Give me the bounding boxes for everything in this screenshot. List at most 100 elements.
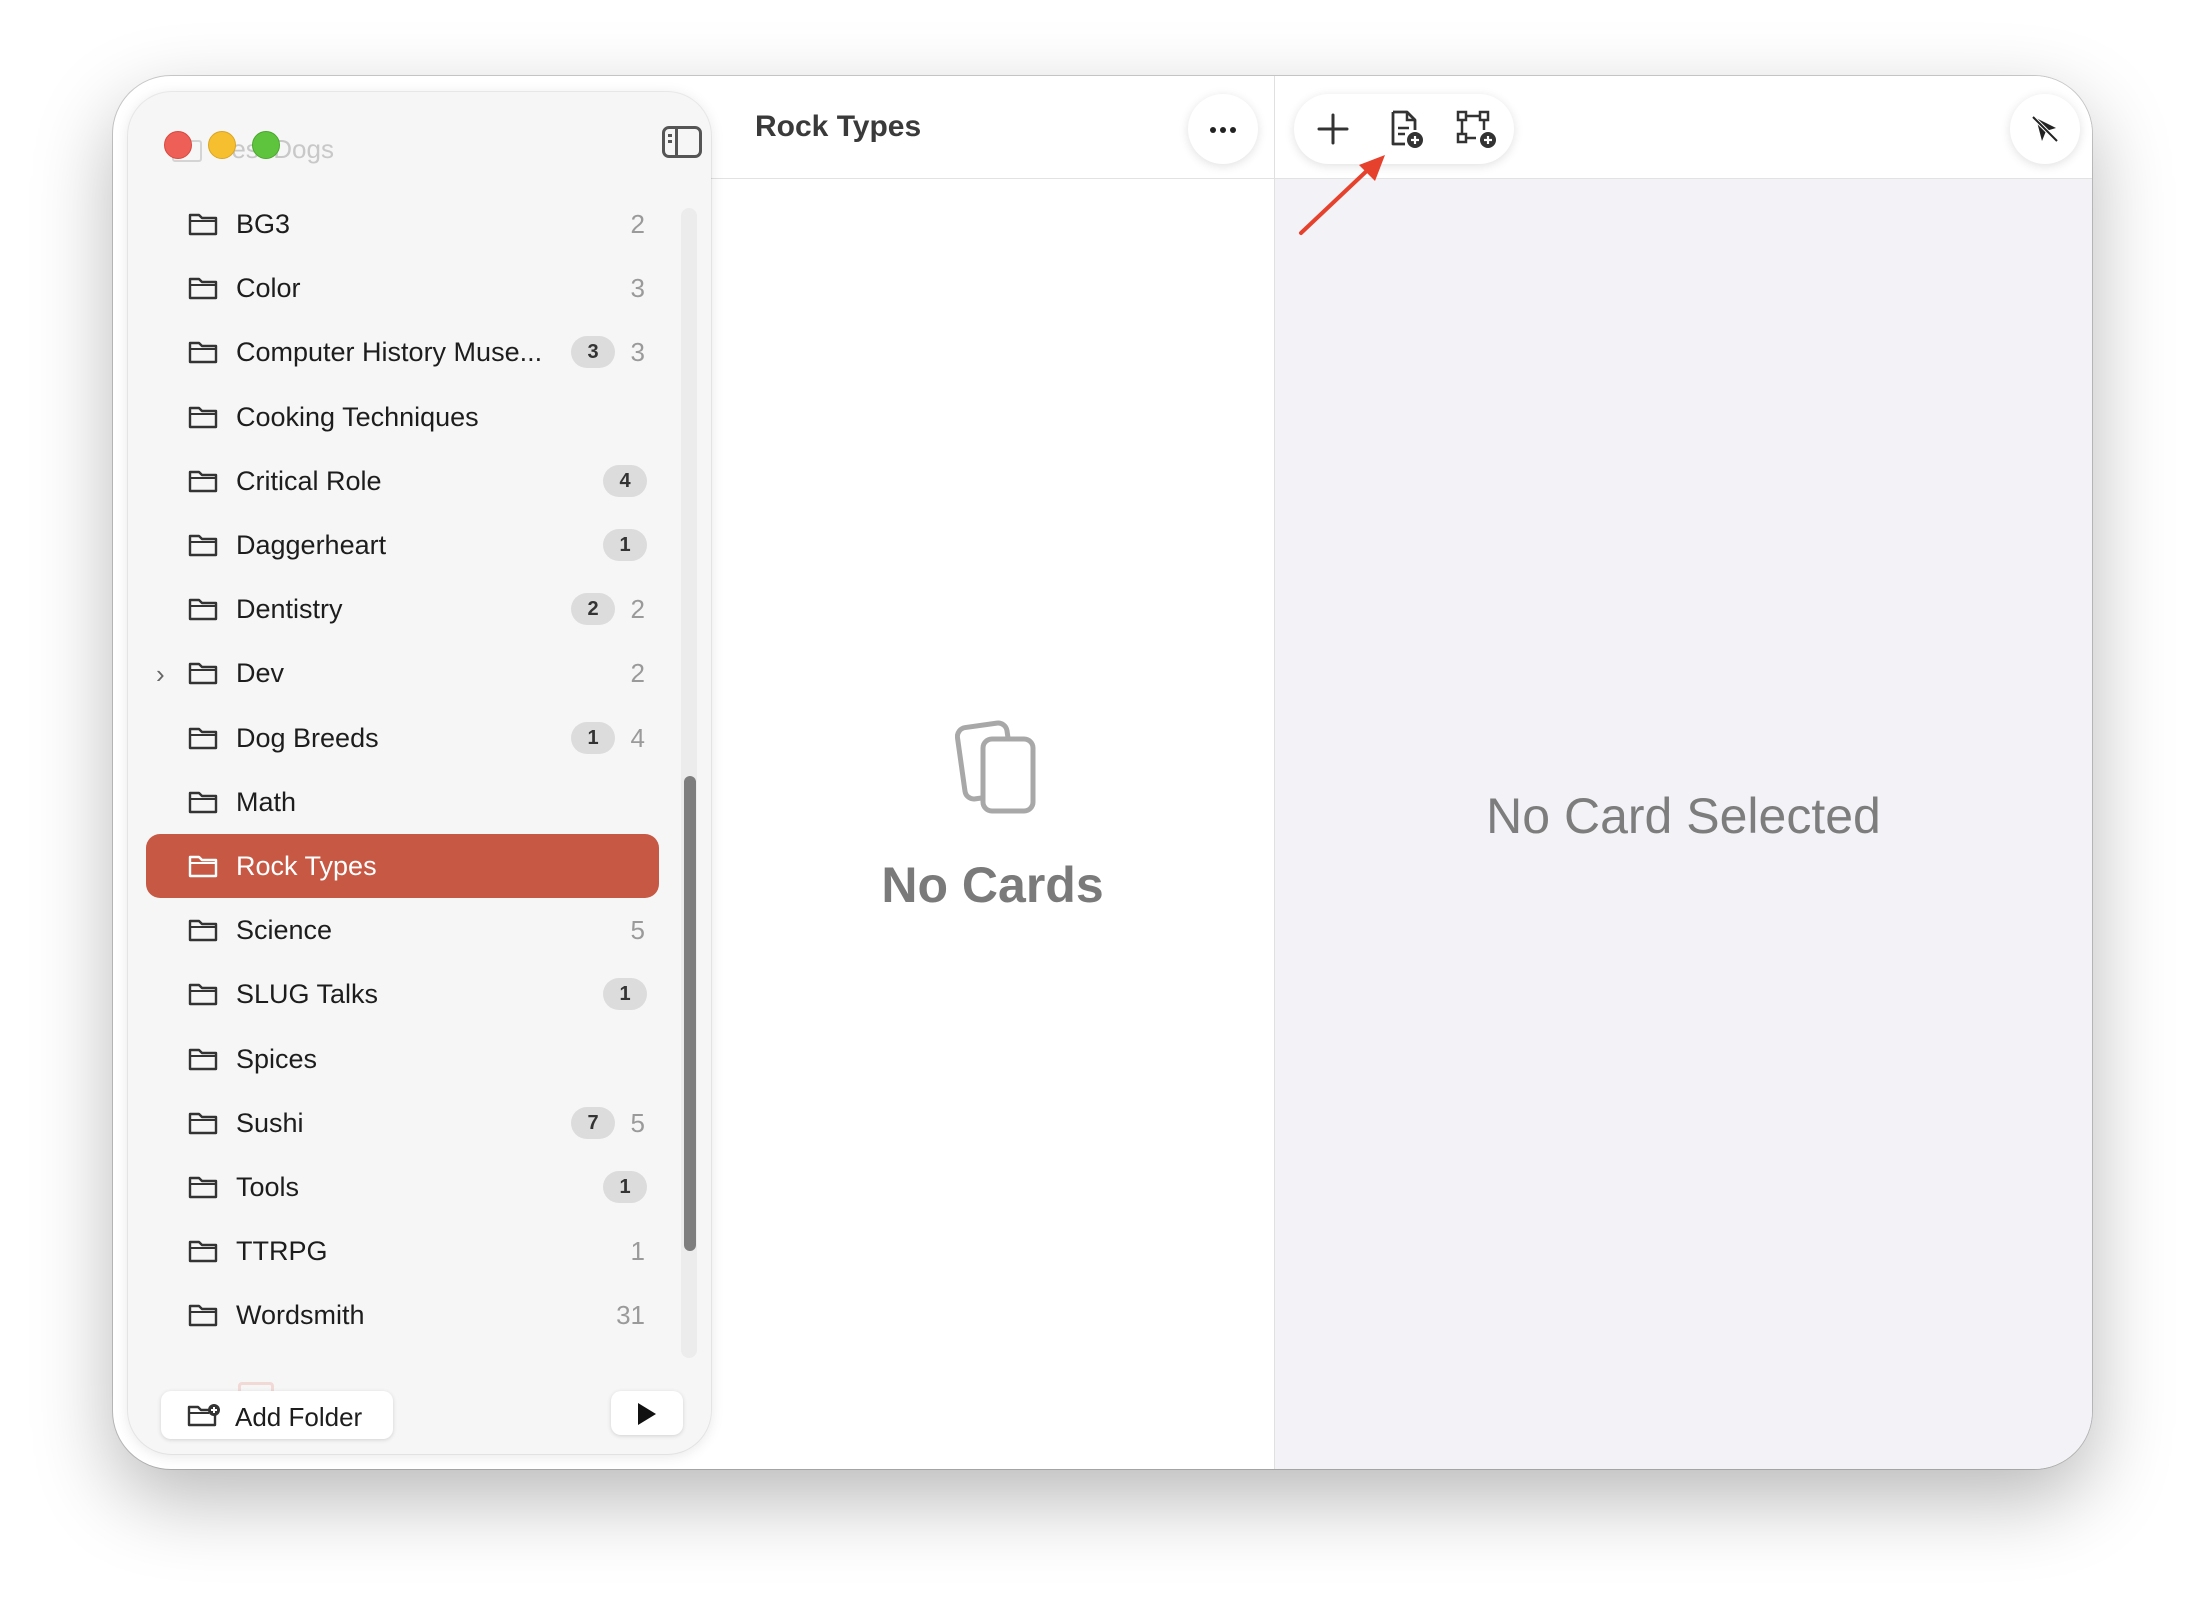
card-count: 4 bbox=[630, 722, 645, 753]
folder-label: Math bbox=[236, 786, 297, 817]
group-plus-icon bbox=[1456, 110, 1496, 148]
folder-icon bbox=[188, 1047, 218, 1070]
folder-icon bbox=[188, 276, 218, 300]
folder-list-item[interactable]: Wordsmith 31 bbox=[146, 1283, 659, 1347]
folder-list-item[interactable]: Math bbox=[146, 770, 659, 834]
new-group-button[interactable] bbox=[1454, 108, 1496, 150]
folder-icon bbox=[188, 1111, 218, 1134]
folder-icon bbox=[188, 212, 218, 236]
unread-badge: 7 bbox=[571, 1106, 615, 1139]
chevron-right-icon[interactable]: › bbox=[156, 659, 165, 690]
document-plus-icon bbox=[1391, 110, 1423, 148]
folder-label: Color bbox=[236, 273, 301, 304]
folder-list-item[interactable]: Spices bbox=[146, 1027, 659, 1091]
card-count: 5 bbox=[630, 915, 645, 946]
folder-list-item[interactable]: Rock Types bbox=[146, 834, 659, 898]
folder-list-item[interactable]: Cooking Techniques bbox=[146, 385, 659, 449]
annotation-arrow-icon bbox=[1293, 151, 1393, 246]
folder-icon bbox=[188, 340, 218, 364]
card-count: 1 bbox=[630, 1236, 645, 1267]
folder-list-item[interactable]: Critical Role 4 bbox=[146, 449, 659, 513]
folder-plus-icon bbox=[187, 1404, 220, 1427]
unread-badge: 2 bbox=[571, 593, 615, 626]
unread-badge: 4 bbox=[603, 464, 647, 497]
add-folder-button[interactable]: Add Folder bbox=[161, 1391, 393, 1439]
new-document-button[interactable] bbox=[1385, 108, 1427, 150]
add-folder-label: Add Folder bbox=[235, 1402, 363, 1432]
add-card-button[interactable] bbox=[1312, 108, 1354, 150]
folder-label: Cooking Techniques bbox=[236, 401, 479, 432]
folder-icon bbox=[188, 661, 218, 685]
folder-list-item[interactable]: Science 5 bbox=[146, 898, 659, 962]
folder-icon bbox=[188, 726, 218, 749]
folder-label: SLUG Talks bbox=[236, 979, 379, 1010]
folder-label: Dog Breeds bbox=[236, 722, 379, 753]
card-count: 5 bbox=[630, 1107, 645, 1138]
folder-label: BG3 bbox=[236, 209, 291, 239]
folder-icon bbox=[188, 790, 218, 813]
folder-list-item[interactable]: SLUG Talks 1 bbox=[146, 962, 659, 1026]
folder-label: Dev bbox=[236, 658, 285, 689]
unread-badge: 1 bbox=[603, 1171, 647, 1203]
folder-list-item[interactable]: › Dev 2 bbox=[146, 641, 659, 705]
folder-list-item[interactable]: Tools 1 bbox=[146, 1155, 659, 1219]
zoom-window-button[interactable] bbox=[252, 131, 280, 159]
card-count: 2 bbox=[630, 594, 645, 625]
folder-list-item[interactable]: Dog Breeds 1 4 bbox=[146, 706, 659, 770]
card-count: 2 bbox=[630, 209, 645, 239]
folder-label: Science bbox=[236, 915, 333, 946]
card-count: 3 bbox=[630, 337, 645, 368]
folder-list-item[interactable]: TTRPG 1 bbox=[146, 1219, 659, 1283]
play-button[interactable] bbox=[611, 1391, 683, 1435]
folder-icon bbox=[188, 982, 218, 1006]
folder-list-item[interactable]: Dentistry 2 2 bbox=[146, 577, 659, 641]
hide-button[interactable] bbox=[2010, 94, 2080, 164]
folder-list-item[interactable]: BG3 2 bbox=[146, 192, 659, 256]
folder-label: Rock Types bbox=[236, 851, 377, 881]
folder-label: Critical Role bbox=[236, 465, 382, 496]
sidebar-toggle-icon[interactable] bbox=[662, 126, 702, 158]
more-options-button[interactable] bbox=[1188, 94, 1258, 164]
ellipsis-icon bbox=[1210, 127, 1216, 133]
card-count: 2 bbox=[630, 658, 645, 689]
folder-list-item[interactable]: Sushi 7 5 bbox=[146, 1091, 659, 1155]
folder-label: Computer History Muse... bbox=[236, 337, 543, 368]
folder-label: TTRPG bbox=[236, 1236, 328, 1267]
folder-icon bbox=[188, 854, 218, 878]
unread-badge: 1 bbox=[603, 978, 647, 1011]
unread-badge: 1 bbox=[571, 721, 615, 754]
plus-icon bbox=[1317, 113, 1349, 145]
folder-icon bbox=[188, 597, 218, 621]
folder-label: Spices bbox=[236, 1043, 318, 1074]
card-count: 3 bbox=[630, 273, 645, 304]
eye-slash-icon bbox=[2031, 115, 2059, 143]
cards-icon bbox=[954, 717, 1045, 822]
unread-badge: 1 bbox=[603, 529, 647, 561]
folder-icon bbox=[188, 1175, 218, 1199]
empty-state-title: No Cards bbox=[881, 857, 1104, 913]
folder-label: Wordsmith bbox=[236, 1300, 365, 1331]
folder-label: Dentistry bbox=[236, 594, 343, 625]
app-window: Rock Types No Cards No Card Selected Bes… bbox=[113, 76, 2092, 1469]
folder-icon bbox=[188, 918, 218, 942]
folder-label: Sushi bbox=[236, 1107, 304, 1138]
folder-icon bbox=[188, 1239, 218, 1263]
folder-icon bbox=[188, 1303, 218, 1327]
folder-icon bbox=[188, 405, 218, 428]
minimize-window-button[interactable] bbox=[208, 131, 236, 159]
folder-icon bbox=[188, 469, 218, 492]
column-divider bbox=[1274, 76, 1275, 1469]
no-selection-label: No Card Selected bbox=[1486, 788, 1881, 844]
close-window-button[interactable] bbox=[164, 131, 192, 159]
folder-list-item[interactable]: Daggerheart 1 bbox=[146, 513, 659, 577]
play-icon bbox=[638, 1403, 656, 1425]
folder-list-item[interactable]: Color 3 bbox=[146, 256, 659, 320]
folder-list-item[interactable]: Computer History Muse... 3 3 bbox=[146, 320, 659, 384]
sidebar: Best Dogs BG3 2 Color 3 Computer History Mus… bbox=[128, 92, 711, 1454]
page-title: Rock Types bbox=[755, 110, 922, 143]
card-count: 31 bbox=[616, 1300, 645, 1331]
folder-label: Tools bbox=[236, 1172, 300, 1202]
folder-label: Daggerheart bbox=[236, 530, 387, 560]
unread-badge: 3 bbox=[571, 336, 615, 369]
scrollbar-thumb[interactable] bbox=[684, 776, 696, 1251]
